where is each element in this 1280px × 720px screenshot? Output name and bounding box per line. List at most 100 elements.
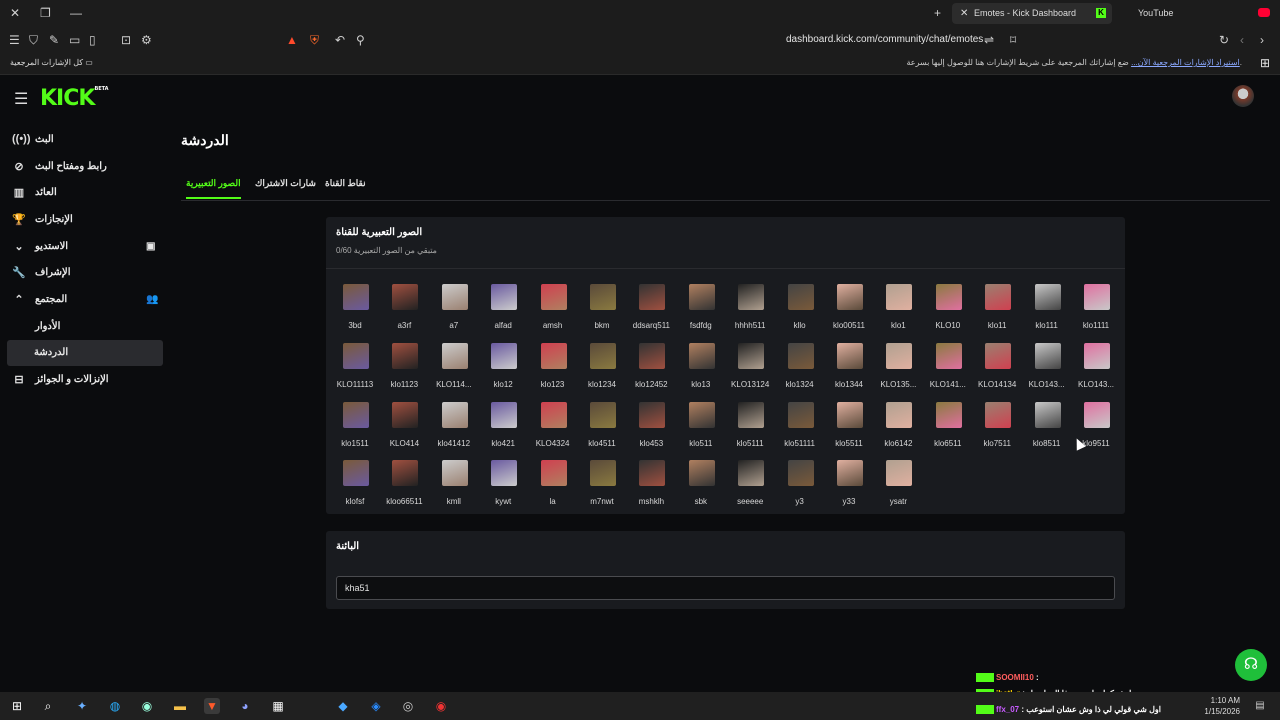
new-tab-icon[interactable]: + — [934, 6, 941, 20]
emote-item[interactable]: klo6511 — [924, 401, 972, 456]
emote-item[interactable]: klo6142 — [874, 401, 922, 456]
emote-item[interactable]: amsh — [529, 284, 577, 338]
minimize-window-icon[interactable]: — — [70, 6, 82, 20]
start-icon[interactable]: ⊞ — [9, 698, 25, 714]
emote-item[interactable]: kllo — [776, 284, 824, 338]
emote-item[interactable]: kywt — [479, 460, 527, 514]
emote-item[interactable]: klo4511 — [578, 401, 626, 456]
emote-item[interactable]: ysatr — [874, 460, 922, 514]
avatar[interactable] — [1232, 85, 1254, 107]
emote-item[interactable]: alfad — [479, 284, 527, 338]
sidebar-item-roles[interactable]: الأدوار — [0, 313, 170, 340]
bookmark-icon[interactable]: ⌑ — [1010, 33, 1016, 47]
steam-icon[interactable]: ◉ — [139, 698, 155, 714]
address-bar[interactable]: dashboard.kick.com/community/chat/emotes — [786, 34, 983, 45]
emote-item[interactable]: klo5511 — [825, 401, 873, 456]
tab-youtube[interactable]: YouTube — [1116, 3, 1256, 24]
emote-item[interactable]: klo12452 — [627, 342, 675, 397]
emote-item[interactable]: klo1324 — [776, 342, 824, 397]
sidebar-item-broadcast[interactable]: ((•)) البث — [0, 126, 170, 153]
emote-item[interactable]: seeeee — [726, 460, 774, 514]
back-icon[interactable]: ‹ — [1240, 33, 1244, 47]
emote-item[interactable]: la — [529, 460, 577, 514]
youtube-icon[interactable] — [1258, 8, 1270, 17]
emote-item[interactable]: sbk — [677, 460, 725, 514]
emote-item[interactable]: KLO141... — [924, 342, 972, 397]
emote-item[interactable]: hhhh511 — [726, 284, 774, 338]
edge-icon[interactable]: ◍ — [107, 698, 123, 714]
store-icon[interactable]: ▦ — [270, 698, 286, 714]
tab-kick-dashboard[interactable]: ✕ Emotes - Kick Dashboard K — [952, 3, 1112, 24]
obs-icon[interactable]: ◉ — [433, 698, 449, 714]
close-tab-icon[interactable]: ✕ — [960, 3, 968, 24]
emote-item[interactable]: klo1344 — [825, 342, 873, 397]
extension-icon[interactable]: ✎ — [49, 33, 59, 47]
emote-item[interactable]: KLO10 — [924, 284, 972, 338]
app-icon[interactable]: ◈ — [368, 698, 384, 714]
emote-item[interactable]: 3bd — [331, 284, 379, 338]
all-bookmarks[interactable]: كل الإشارات المرجعية ▭ — [10, 58, 93, 67]
emote-item[interactable]: klo11 — [973, 284, 1021, 338]
sidebar-item-stream-key[interactable]: ⊘ رابط ومفتاح البث — [0, 153, 170, 180]
banned-word-input[interactable]: kha51 — [336, 576, 1115, 600]
emote-item[interactable]: klo41412 — [430, 401, 478, 456]
emote-item[interactable]: KLO143... — [1072, 342, 1120, 397]
emote-item[interactable]: klo111 — [1023, 284, 1071, 338]
share-icon[interactable]: ⚲ — [356, 33, 365, 47]
forward-icon[interactable]: › — [1260, 33, 1264, 47]
emote-item[interactable]: klo511 — [677, 401, 725, 456]
emote-item[interactable]: klo51111 — [776, 401, 824, 456]
reload-icon[interactable]: ↻ — [1219, 33, 1229, 47]
emote-item[interactable]: a3rf — [380, 284, 428, 338]
emote-item[interactable]: ddsarq511 — [627, 284, 675, 338]
emote-item[interactable]: KLO143... — [1023, 342, 1071, 397]
import-bookmarks-link[interactable]: استيراد الإشارات المرجعية الآن... — [1131, 58, 1240, 67]
app-icon[interactable]: ◆ — [335, 698, 351, 714]
emote-item[interactable]: klo1111 — [1072, 284, 1120, 338]
emote-item[interactable]: klo1511 — [331, 401, 379, 456]
explorer-icon[interactable]: ▬ — [172, 698, 188, 714]
app-icon[interactable]: ◎ — [400, 698, 416, 714]
close-window-icon[interactable]: ✕ — [10, 6, 20, 20]
site-settings-icon[interactable]: ⇌ — [984, 33, 994, 47]
emote-item[interactable]: kloo66511 — [380, 460, 428, 514]
copilot-icon[interactable]: ✦ — [74, 698, 90, 714]
emote-item[interactable]: mshklh — [627, 460, 675, 514]
sidebar-item-achievements[interactable]: 🏆 الإنجازات — [0, 206, 170, 233]
sidebar-item-revenue[interactable]: ▥ العائد — [0, 179, 170, 206]
clock[interactable]: 1:10 AM 1/15/2026 — [1196, 695, 1240, 717]
emote-item[interactable]: klofsf — [331, 460, 379, 514]
emote-item[interactable]: klo12 — [479, 342, 527, 397]
brave-rewards-icon[interactable]: ▲ — [286, 33, 298, 47]
emote-item[interactable]: klo1234 — [578, 342, 626, 397]
emote-item[interactable]: klo8511 — [1023, 401, 1071, 456]
emote-item[interactable]: klo7511 — [973, 401, 1021, 456]
reader-icon[interactable]: ↶ — [335, 33, 345, 47]
emote-item[interactable]: klo1 — [874, 284, 922, 338]
screenshot-icon[interactable]: ⊡ — [121, 33, 131, 47]
search-icon[interactable]: ⌕ — [40, 698, 56, 714]
emote-item[interactable]: klo00511 — [825, 284, 873, 338]
emote-item[interactable]: KLO14134 — [973, 342, 1021, 397]
emote-item[interactable]: fsdfdg — [677, 284, 725, 338]
sidebar-item-studio[interactable]: ⌄ الاستديو ▣ — [0, 233, 170, 260]
emote-item[interactable]: KLO4324 — [529, 401, 577, 456]
emote-item[interactable]: KLO11113 — [331, 342, 379, 397]
emote-item[interactable]: KLO13124 — [726, 342, 774, 397]
emote-item[interactable]: klo421 — [479, 401, 527, 456]
shield-icon[interactable]: ⛉ — [29, 33, 38, 48]
brave-shield-icon[interactable]: ⛨ — [310, 33, 319, 48]
emote-item[interactable]: klo453 — [627, 401, 675, 456]
settings-icon[interactable]: ⚙ — [141, 33, 152, 47]
emote-item[interactable]: klo5111 — [726, 401, 774, 456]
tabs-icon[interactable]: ▭ — [69, 33, 80, 47]
emote-item[interactable]: klo1123 — [380, 342, 428, 397]
help-button[interactable]: ☊ — [1235, 649, 1267, 681]
emote-item[interactable]: m7nwt — [578, 460, 626, 514]
emote-item[interactable]: a7 — [430, 284, 478, 338]
tab-channel-points[interactable]: نقاط القناة — [325, 178, 366, 189]
discord-icon[interactable]: ◕ — [237, 698, 253, 714]
emote-item[interactable]: KLO414 — [380, 401, 428, 456]
tab-sub-badges[interactable]: شارات الاشتراك — [255, 178, 316, 189]
kick-logo[interactable]: KICKBETA — [40, 86, 109, 111]
